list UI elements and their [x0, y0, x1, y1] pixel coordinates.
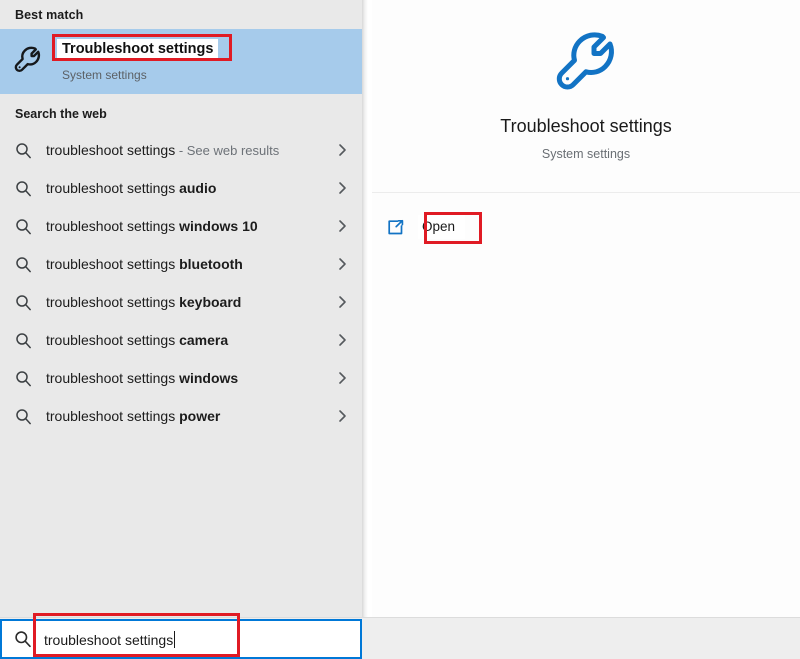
wrench-icon — [10, 43, 46, 79]
web-suggestion-label: troubleshoot settings windows 10 — [46, 218, 258, 234]
chevron-right-icon[interactable] — [322, 219, 362, 233]
text-caret — [174, 630, 176, 648]
best-match-title: Troubleshoot settings — [57, 39, 219, 60]
external-link-icon — [372, 218, 418, 237]
web-suggestion-label: troubleshoot settings camera — [46, 332, 229, 348]
search-icon — [0, 180, 46, 197]
web-suggestion-row[interactable]: troubleshoot settings keyboard — [0, 283, 362, 321]
results-pane: Best match Troubleshoot settings System … — [0, 0, 362, 617]
search-icon — [0, 294, 46, 311]
chevron-right-icon[interactable] — [322, 409, 362, 423]
preview-subtitle: System settings — [541, 147, 631, 161]
search-icon — [0, 142, 46, 159]
web-suggestion-row[interactable]: troubleshoot settings windows — [0, 359, 362, 397]
best-match-header: Best match — [15, 8, 84, 22]
web-suggestion-label: troubleshoot settings power — [46, 408, 221, 424]
preview-separator — [372, 192, 800, 193]
chevron-right-icon[interactable] — [322, 257, 362, 271]
pane-divider — [362, 0, 372, 617]
search-the-web-header: Search the web — [15, 107, 107, 121]
chevron-right-icon[interactable] — [322, 181, 362, 195]
web-suggestion-label: troubleshoot settings keyboard — [46, 294, 242, 310]
web-suggestion-row[interactable]: troubleshoot settings power — [0, 397, 362, 435]
search-icon — [0, 370, 46, 387]
chevron-right-icon[interactable] — [322, 333, 362, 347]
preview-title: Troubleshoot settings — [500, 116, 672, 136]
chevron-right-icon[interactable] — [322, 143, 362, 157]
search-icon — [0, 256, 46, 273]
best-match-result[interactable]: Troubleshoot settings System settings — [0, 29, 362, 94]
search-icon — [0, 408, 46, 425]
web-suggestion-row[interactable]: troubleshoot settings camera — [0, 321, 362, 359]
chevron-right-icon[interactable] — [322, 371, 362, 385]
search-icon — [0, 332, 46, 349]
search-input[interactable]: troubleshoot settings — [0, 619, 362, 659]
open-label: Open — [418, 215, 466, 239]
web-suggestion-label: troubleshoot settings audio — [46, 180, 217, 196]
windows-search-screen: Best match Troubleshoot settings System … — [0, 0, 800, 659]
web-suggestion-label: troubleshoot settings - See web results — [46, 142, 280, 158]
web-suggestion-label: troubleshoot settings bluetooth — [46, 256, 243, 272]
web-suggestion-row[interactable]: troubleshoot settings audio — [0, 169, 362, 207]
wrench-icon — [548, 26, 624, 102]
search-flyout: Best match Troubleshoot settings System … — [0, 0, 800, 617]
web-suggestion-row[interactable]: troubleshoot settings windows 10 — [0, 207, 362, 245]
preview-pane: Troubleshoot settings System settings Op… — [372, 0, 800, 617]
web-suggestion-label: troubleshoot settings windows — [46, 370, 239, 386]
search-icon — [2, 630, 44, 648]
open-action-button[interactable]: Open — [372, 205, 800, 249]
chevron-right-icon[interactable] — [322, 295, 362, 309]
web-suggestion-row[interactable]: troubleshoot settings bluetooth — [0, 245, 362, 283]
web-suggestion-row[interactable]: troubleshoot settings - See web results — [0, 131, 362, 169]
search-input-value: troubleshoot settings — [44, 630, 176, 648]
search-icon — [0, 218, 46, 235]
best-match-subtitle: System settings — [62, 68, 147, 82]
